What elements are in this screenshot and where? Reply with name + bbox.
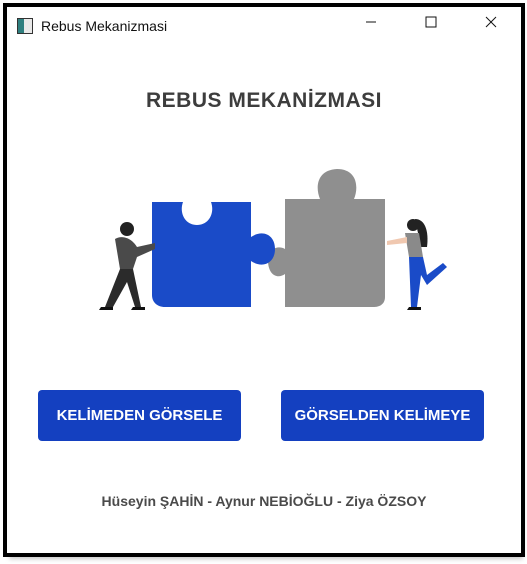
word-to-image-button[interactable]: KELİMEDEN GÖRSELE xyxy=(38,390,241,441)
minimize-icon xyxy=(366,21,376,23)
close-button[interactable] xyxy=(461,7,521,37)
title-bar[interactable]: Rebus Mekanizmasi xyxy=(7,7,521,45)
gray-puzzle-piece xyxy=(268,169,385,307)
puzzle-illustration xyxy=(99,169,447,310)
authors-footer: Hüseyin ŞAHİN - Aynur NEBİOĞLU - Ziya ÖZ… xyxy=(101,493,427,509)
maximize-icon xyxy=(425,16,437,28)
window-title: Rebus Mekanizmasi xyxy=(41,18,168,34)
minimize-button[interactable] xyxy=(341,7,401,37)
app-window: Rebus Mekanizmasi REBUS MEKANİZMASI KELİ… xyxy=(3,3,525,557)
image-to-word-button[interactable]: GÖRSELDEN KELİMEYE xyxy=(281,390,484,441)
maximize-button[interactable] xyxy=(401,7,461,37)
window-controls xyxy=(341,7,521,37)
close-icon xyxy=(485,16,497,28)
app-icon xyxy=(17,18,33,34)
blue-puzzle-piece xyxy=(152,202,275,307)
page-title: REBUS MEKANİZMASI xyxy=(145,89,382,112)
right-person-figure xyxy=(387,219,447,310)
left-person-figure xyxy=(99,222,155,310)
